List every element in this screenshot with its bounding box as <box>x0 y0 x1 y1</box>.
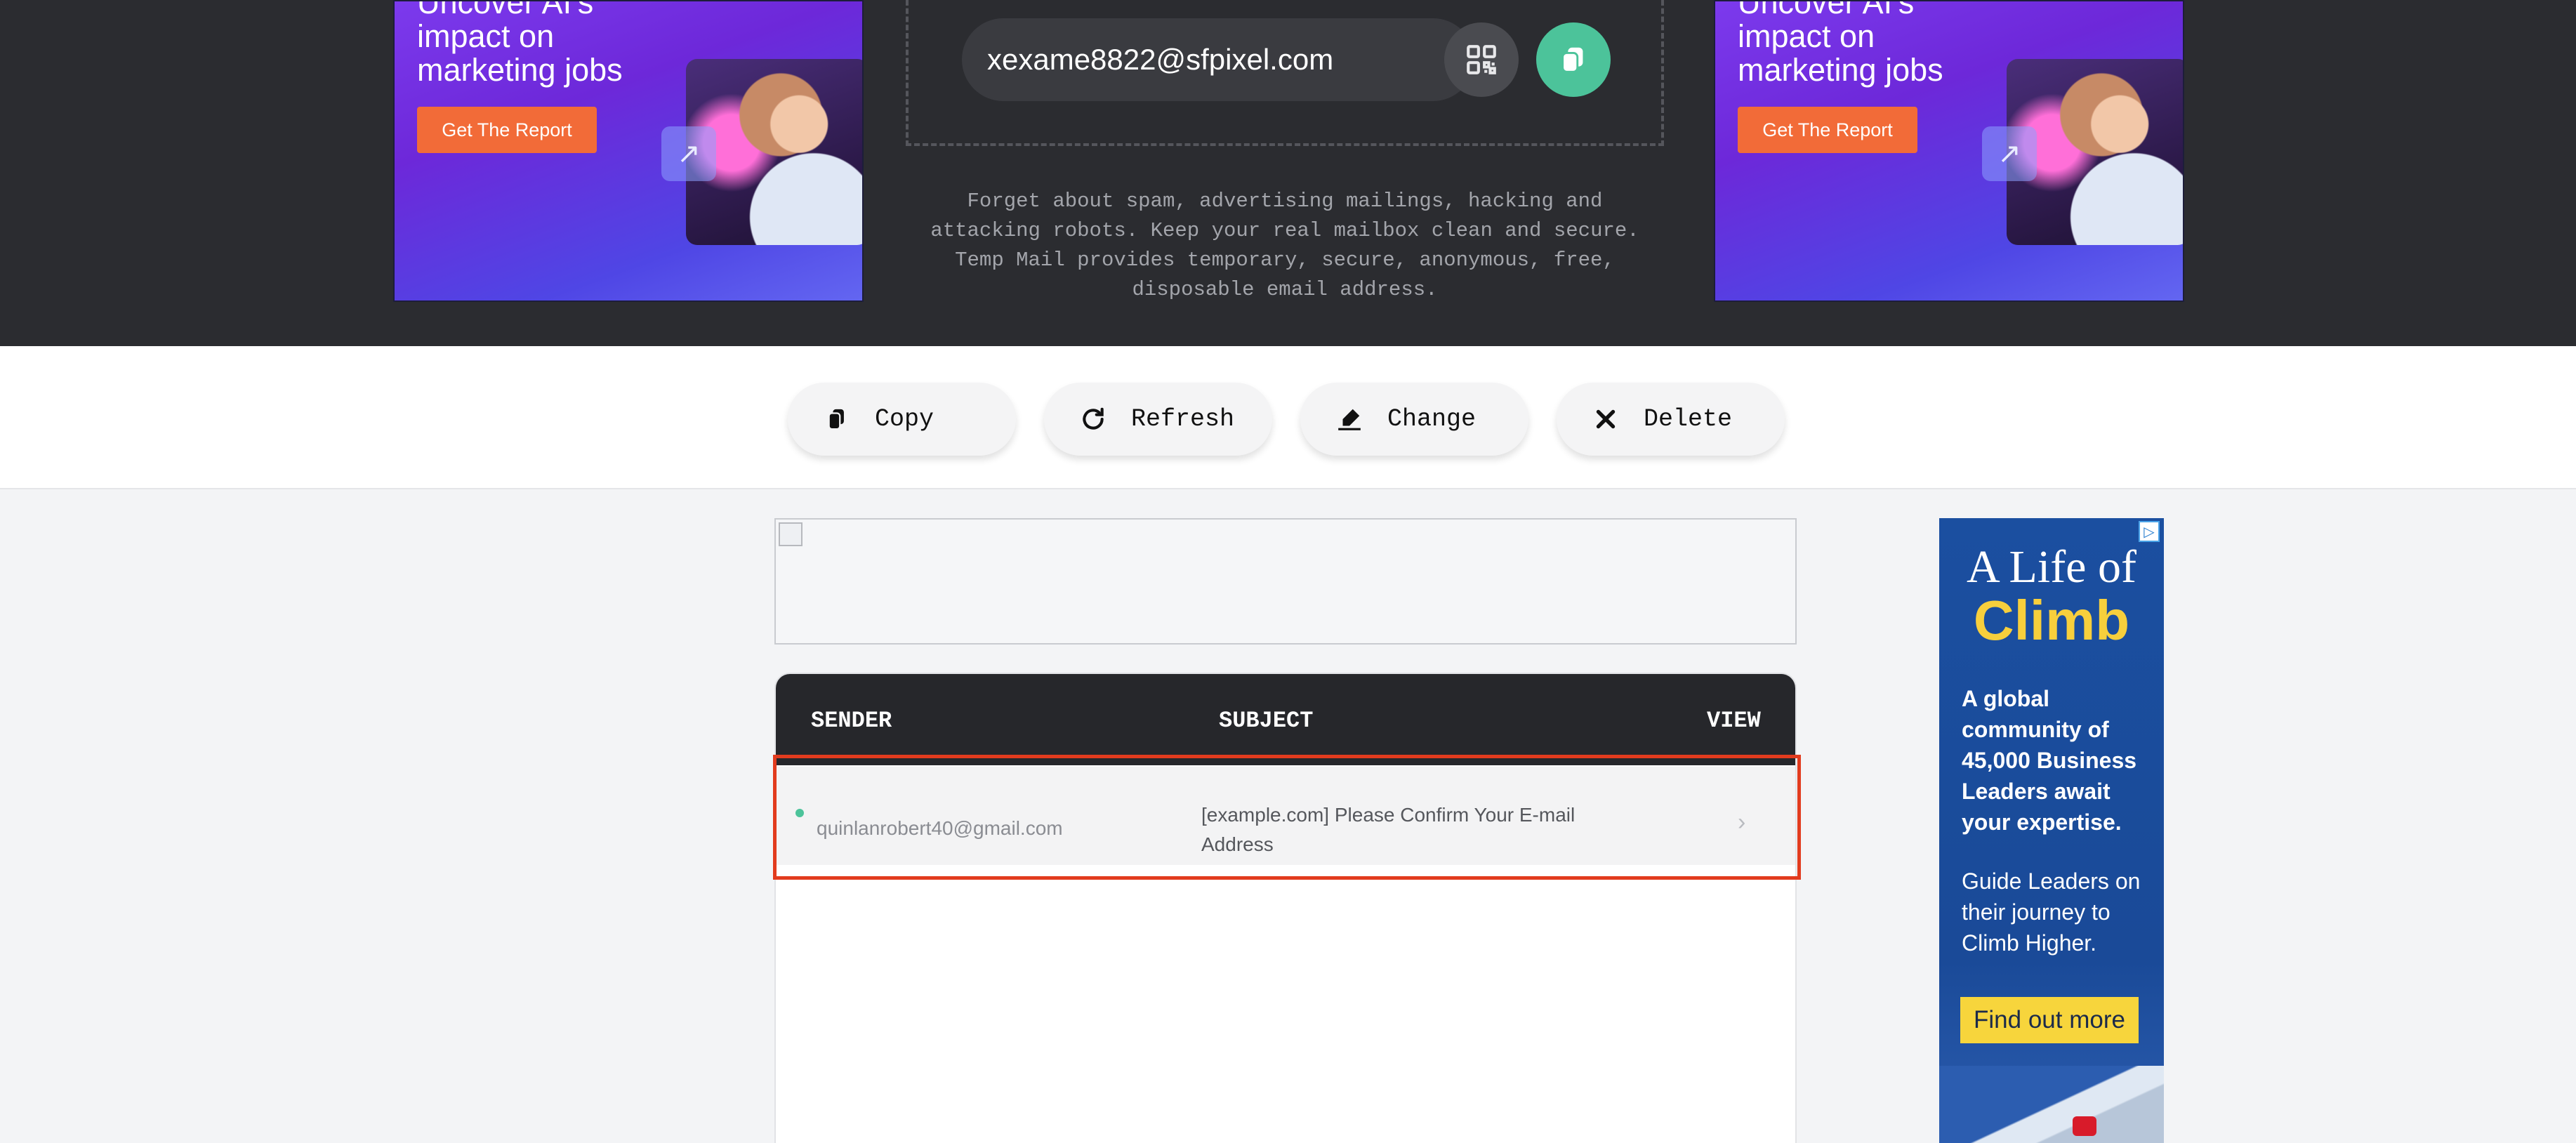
column-sender: SENDER <box>811 708 892 734</box>
refresh-button[interactable]: Refresh <box>1044 383 1272 456</box>
delete-label: Delete <box>1644 405 1733 433</box>
email-address-field[interactable]: xexame8822@sfpixel.com <box>962 18 1474 101</box>
refresh-label: Refresh <box>1131 405 1235 433</box>
copy-icon <box>823 405 851 433</box>
ad-cta-button[interactable]: Find out more <box>1960 997 2139 1043</box>
hero-section: Uncover AI's impact on marketing jobs Ge… <box>0 0 2576 346</box>
close-icon <box>1592 405 1620 433</box>
inbox-header: SENDER SUBJECT VIEW <box>776 674 1795 765</box>
ad-headline: Uncover AI's impact on marketing jobs <box>1738 0 1943 88</box>
ad-skyscraper[interactable]: ▷ A Life of Climb A global community of … <box>1939 518 2164 1143</box>
change-button[interactable]: Change <box>1300 383 1528 456</box>
inbox-table: SENDER SUBJECT VIEW quinlanrobert40@gmai… <box>774 673 1797 1143</box>
action-toolbar: Copy Refresh Change Delete <box>0 346 2576 489</box>
ad-title-line2: Climb <box>1973 589 2130 652</box>
trend-arrow-icon: ↗ <box>661 126 716 181</box>
hero-tagline: Forget about spam, advertising mailings,… <box>930 190 1639 301</box>
email-address[interactable]: xexame8822@sfpixel.com <box>987 43 1333 77</box>
ad-title-line1: A Life of <box>1967 541 2136 593</box>
trend-arrow-icon: ↗ <box>1982 126 2037 181</box>
qr-code-icon <box>1467 45 1496 74</box>
ad-report-button[interactable]: Get The Report <box>417 107 597 153</box>
ad-banner-right[interactable]: Uncover AI's impact on marketing jobs Ge… <box>1714 0 2184 302</box>
copy-icon <box>1561 47 1583 73</box>
ad-slot-banner <box>774 518 1797 645</box>
copy-label: Copy <box>875 405 934 433</box>
copy-email-button[interactable] <box>1536 22 1611 97</box>
ad-climber-image <box>2073 1116 2096 1136</box>
ad-body-text: A global community of 45,000 Business Le… <box>1962 686 2137 835</box>
edit-icon <box>1335 405 1363 433</box>
broken-image-icon <box>779 522 802 546</box>
change-label: Change <box>1387 405 1477 433</box>
chevron-right-icon[interactable]: › <box>1738 809 1745 836</box>
column-subject: SUBJECT <box>1219 708 1314 734</box>
inbox-row[interactable]: quinlanrobert40@gmail.com [example.com] … <box>776 767 1795 865</box>
adchoices-icon[interactable]: ▷ <box>2139 521 2160 542</box>
refresh-icon <box>1079 405 1107 433</box>
ad-headline: Uncover AI's impact on marketing jobs <box>417 0 623 88</box>
ad-body-text-secondary: Guide Leaders on their journey to Climb … <box>1962 868 2141 956</box>
ad-banner-left[interactable]: Uncover AI's impact on marketing jobs Ge… <box>393 0 864 302</box>
column-view: VIEW <box>1707 708 1761 734</box>
message-subject: [example.com] Please Confirm Your E-mail… <box>1201 804 1576 855</box>
qr-code-button[interactable] <box>1444 22 1519 97</box>
delete-button[interactable]: Delete <box>1557 383 1785 456</box>
ad-report-button[interactable]: Get The Report <box>1738 107 1917 153</box>
message-sender: quinlanrobert40@gmail.com <box>817 817 1063 839</box>
unread-dot-icon <box>795 809 804 817</box>
ad-mountain-image <box>1939 1066 2164 1143</box>
copy-button[interactable]: Copy <box>788 383 1016 456</box>
